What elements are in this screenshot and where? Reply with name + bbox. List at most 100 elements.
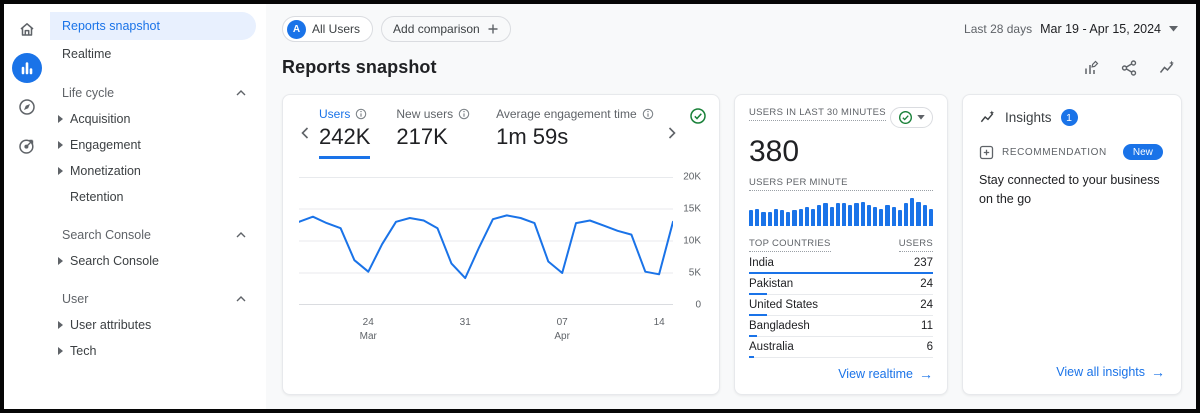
y-axis-label: 15K [683, 204, 701, 215]
minute-bar [811, 209, 815, 227]
reports-icon[interactable] [12, 53, 42, 83]
country-row: Pakistan 24 [749, 274, 933, 295]
view-all-insights-link[interactable]: View all insights → [1056, 356, 1165, 380]
new-badge: New [1123, 144, 1163, 160]
view-all-insights-label: View all insights [1056, 365, 1145, 379]
y-axis-label: 0 [695, 300, 701, 311]
metric-label: Average engagement time [496, 107, 637, 121]
country-row: United States 24 [749, 295, 933, 316]
date-preset-label: Last 28 days [964, 22, 1032, 36]
expand-arrow-icon [58, 257, 63, 265]
country-name: United States [749, 299, 818, 311]
minute-bar [830, 207, 834, 226]
realtime-quality-dropdown[interactable] [890, 107, 933, 128]
minute-bar [823, 203, 827, 226]
data-quality-icon[interactable] [689, 107, 707, 130]
view-realtime-label: View realtime [838, 367, 913, 381]
y-axis: 20K 15K 10K 5K 0 [673, 177, 703, 305]
users-overview-card: Users 242K New users 217K Av [282, 94, 720, 395]
country-row: India 237 [749, 253, 933, 274]
sidebar-item-tech[interactable]: Tech [50, 338, 266, 364]
minute-bar [867, 205, 871, 226]
country-row: Australia 6 [749, 337, 933, 358]
info-icon[interactable] [458, 108, 470, 120]
minute-bar [904, 203, 908, 226]
metric-tab-avg-engagement-time[interactable]: Average engagement time 1m 59s [496, 107, 654, 159]
date-range-picker[interactable]: Last 28 days Mar 19 - Apr 15, 2024 [964, 22, 1182, 36]
realtime-users-value: 380 [749, 135, 933, 169]
explore-icon[interactable] [12, 92, 42, 122]
metric-tab-new-users[interactable]: New users 217K [396, 107, 470, 159]
minute-bar [774, 209, 778, 227]
carousel-prev-icon[interactable] [299, 125, 311, 141]
segment-avatar: A [287, 20, 306, 39]
view-realtime-link[interactable]: View realtime → [838, 358, 933, 382]
minute-bar [916, 202, 920, 227]
sidebar-item-user-attributes[interactable]: User attributes [50, 312, 266, 338]
sidebar-item-label: Retention [70, 190, 124, 204]
all-users-chip[interactable]: A All Users [282, 16, 373, 42]
caret-down-icon [1169, 26, 1178, 32]
minute-bar [892, 207, 896, 226]
app-window: Reports snapshot Realtime Life cycle Acq… [0, 0, 1200, 413]
metric-label: Users [319, 107, 350, 121]
all-users-label: All Users [312, 22, 360, 36]
metric-tab-users[interactable]: Users 242K [319, 107, 370, 159]
minute-bar [780, 210, 784, 226]
add-comparison-button[interactable]: Add comparison [381, 16, 511, 42]
sidebar-section-search-console[interactable]: Search Console [50, 222, 266, 248]
caret-down-icon [917, 115, 925, 120]
minute-bar [873, 207, 877, 226]
recommendation-label: RECOMMENDATION [1002, 147, 1107, 158]
expand-arrow-icon [58, 321, 63, 329]
carousel-next-icon[interactable] [666, 125, 678, 141]
x-axis: 24Mar3107Apr14 [299, 316, 673, 344]
expand-arrow-icon [58, 167, 63, 175]
insights-spark-icon [979, 109, 996, 126]
sidebar-item-realtime[interactable]: Realtime [50, 40, 256, 68]
insights-title: Insights [1005, 110, 1052, 125]
arrow-right-icon: → [1151, 364, 1165, 380]
insight-text[interactable]: Stay connected to your business on the g… [979, 171, 1165, 209]
minute-bar [836, 203, 840, 226]
customize-report-icon[interactable] [1082, 59, 1100, 77]
metric-value: 217K [396, 124, 470, 150]
y-axis-label: 20K [683, 172, 701, 183]
title-row: Reports snapshot [282, 57, 1182, 78]
share-icon[interactable] [1120, 59, 1138, 77]
sidebar-item-reports-snapshot[interactable]: Reports snapshot [50, 12, 256, 40]
home-icon[interactable] [12, 14, 42, 44]
sidebar-item-label: Monetization [70, 164, 141, 178]
minute-bar [923, 205, 927, 226]
country-users: 11 [921, 320, 933, 332]
country-name: Pakistan [749, 278, 793, 290]
sidebar-section-user[interactable]: User [50, 286, 266, 312]
country-users: 6 [927, 341, 933, 353]
sidebar-item-engagement[interactable]: Engagement [50, 132, 266, 158]
minute-bar [761, 212, 765, 226]
advertising-icon[interactable] [12, 131, 42, 161]
sidebar-item-retention[interactable]: Retention [50, 184, 266, 210]
sidebar-item-acquisition[interactable]: Acquisition [50, 106, 266, 132]
sidebar-item-label: Search Console [70, 254, 159, 268]
sidebar-section-life-cycle[interactable]: Life cycle [50, 80, 266, 106]
plus-icon [487, 23, 499, 35]
plot-area: 24Mar3107Apr14 [299, 177, 673, 344]
realtime-title[interactable]: USERS IN LAST 30 MINUTES [749, 107, 886, 121]
y-axis-label: 5K [689, 268, 701, 279]
users-per-minute-chart [749, 198, 933, 226]
info-icon[interactable] [642, 108, 654, 120]
sidebar-item-search-console[interactable]: Search Console [50, 248, 266, 274]
date-range-value: Mar 19 - Apr 15, 2024 [1040, 22, 1161, 36]
country-users: 24 [920, 278, 933, 290]
sidebar-item-monetization[interactable]: Monetization [50, 158, 266, 184]
sidebar-item-label: Acquisition [70, 112, 130, 126]
top-countries-header[interactable]: TOP COUNTRIES [749, 238, 831, 252]
users-trend-line [299, 177, 673, 305]
minute-bar [786, 212, 790, 226]
insights-icon[interactable] [1158, 59, 1176, 77]
country-name: India [749, 257, 774, 269]
users-per-minute-label[interactable]: USERS PER MINUTE [749, 177, 933, 191]
info-icon[interactable] [355, 108, 367, 120]
users-col-header[interactable]: USERS [899, 238, 933, 252]
